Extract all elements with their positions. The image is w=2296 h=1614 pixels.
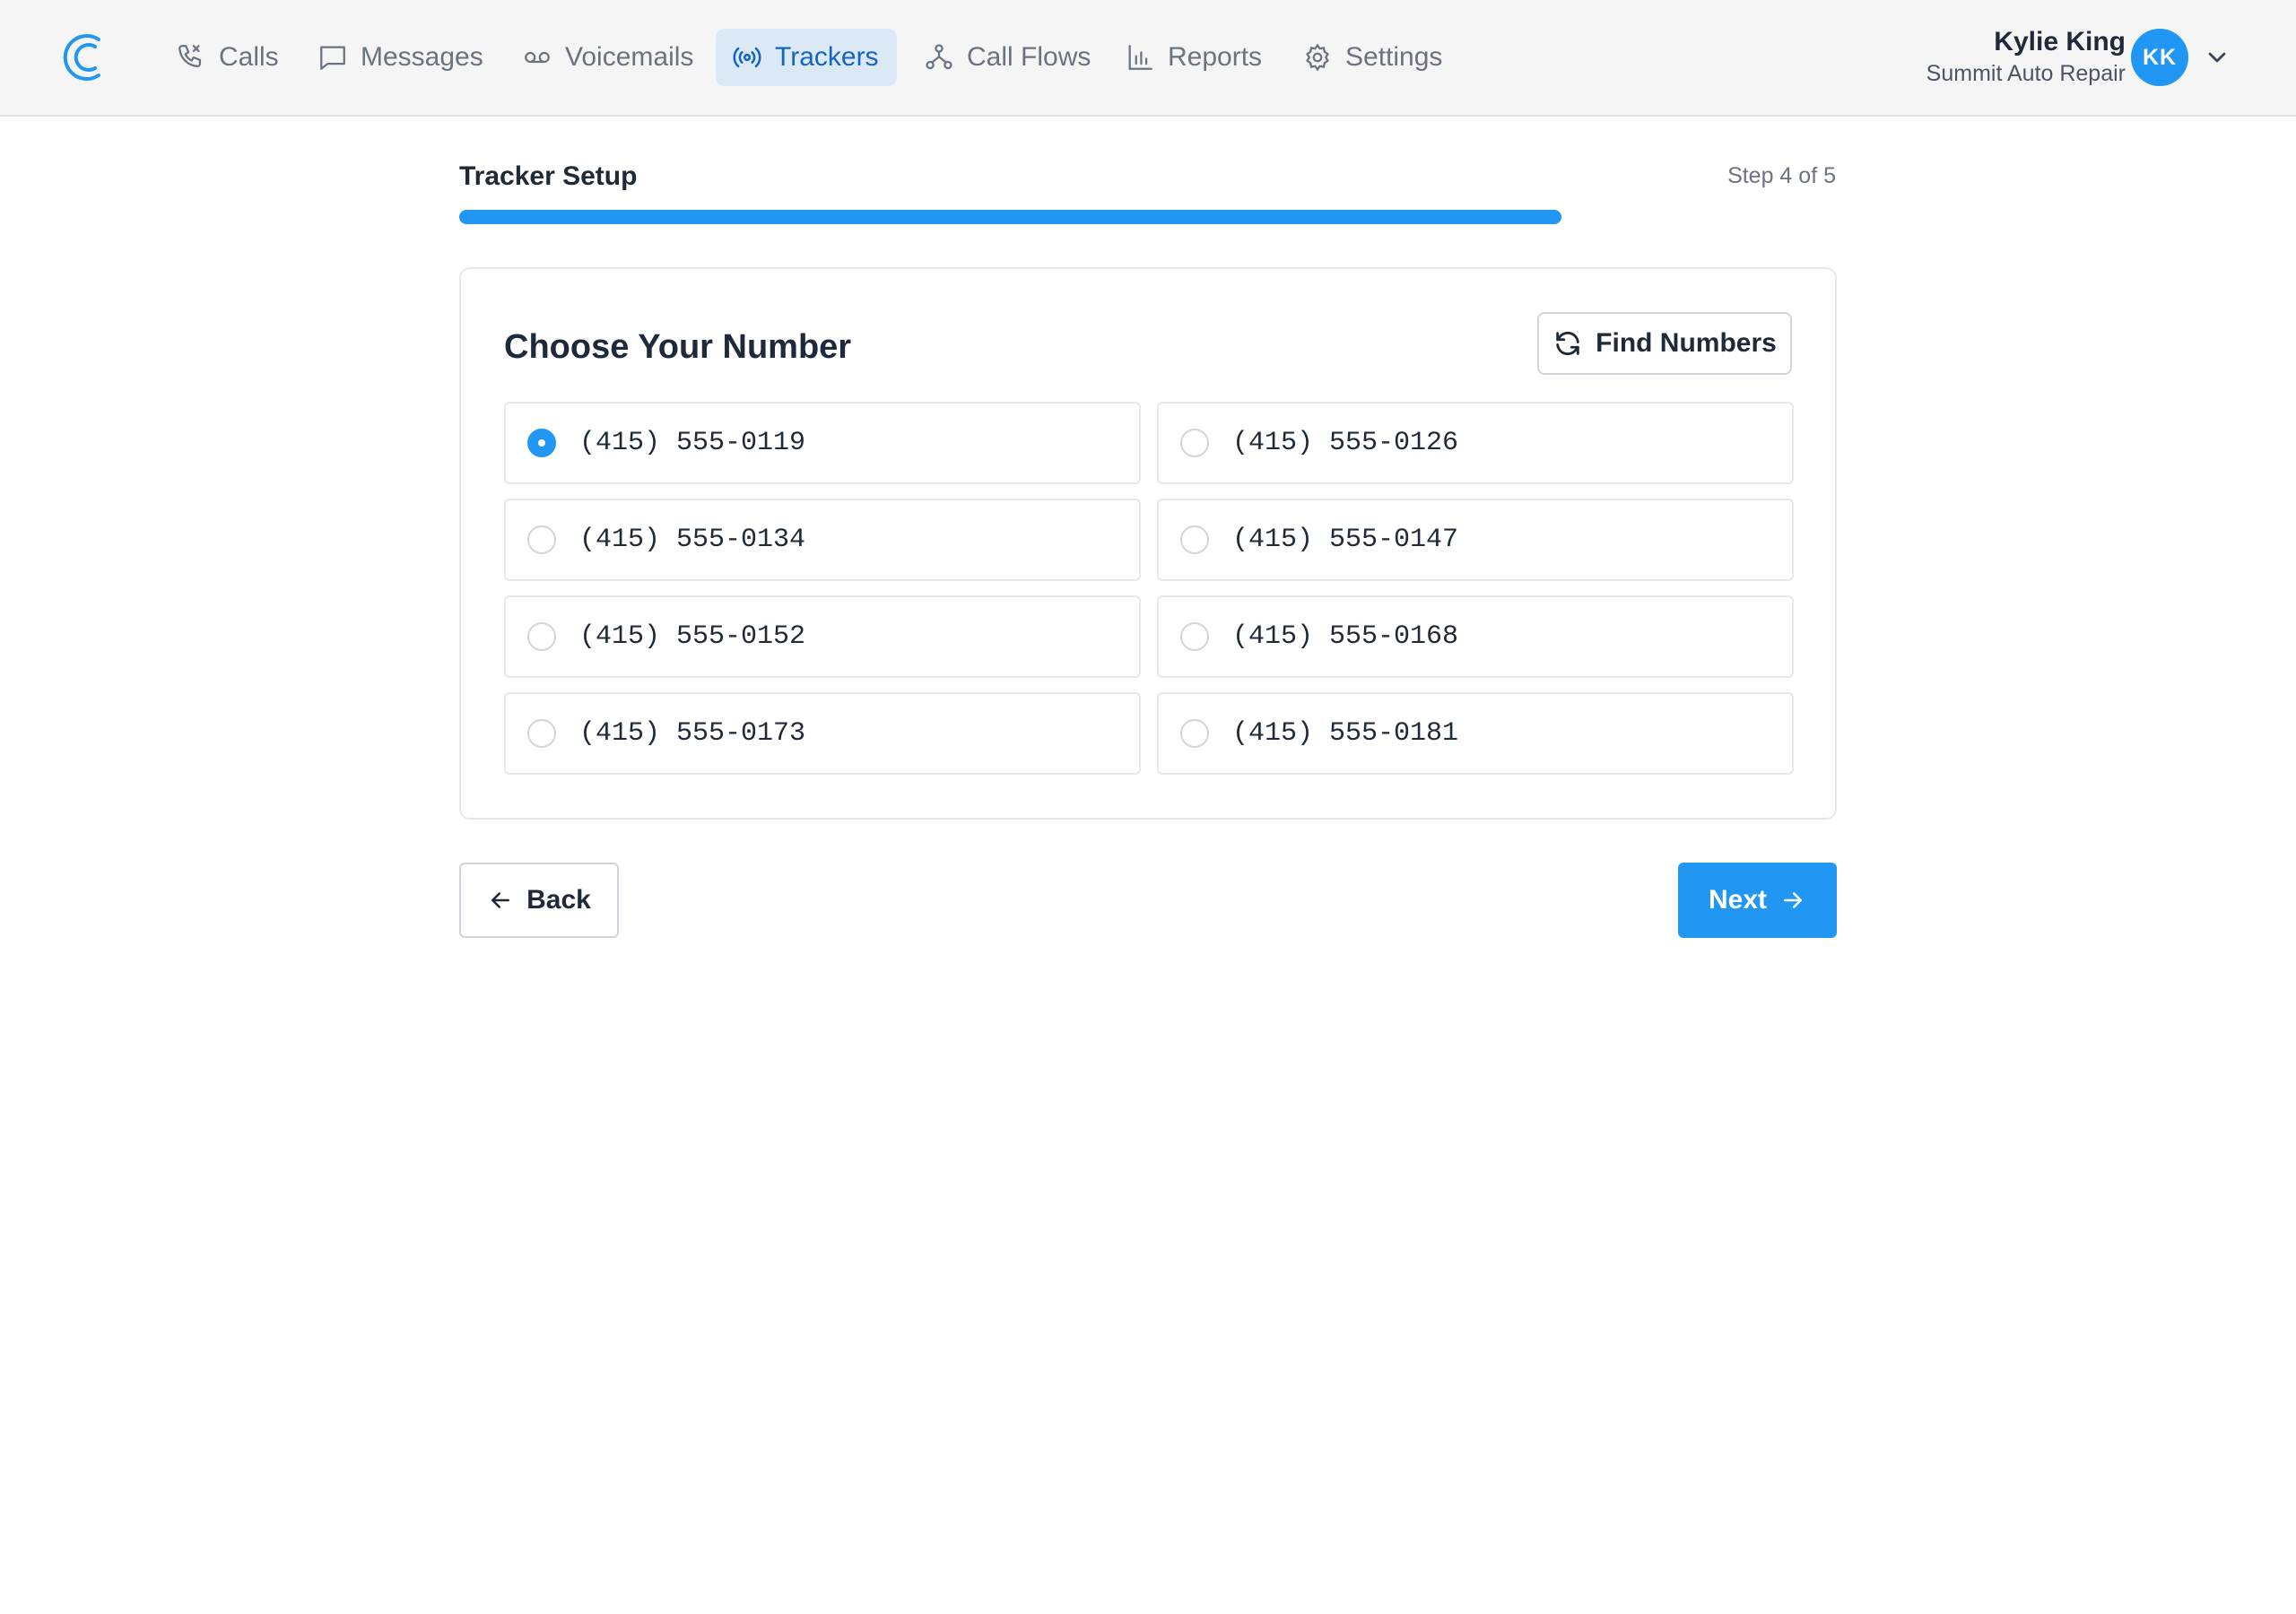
radio-button[interactable] <box>1180 719 1209 748</box>
number-option[interactable]: (415) 555-0147 <box>1157 499 1794 581</box>
message-icon <box>320 46 345 70</box>
radio-button[interactable] <box>527 719 556 748</box>
arrow-right-icon <box>1784 892 1803 908</box>
nav-item-trackers[interactable]: Trackers <box>716 29 897 86</box>
page-title: Tracker Setup <box>459 161 638 191</box>
radio-button[interactable] <box>1180 525 1209 554</box>
phone-number: (415) 555-0173 <box>579 718 806 749</box>
number-options: (415) 555-0119 (415) 555-0126 (415) 555-… <box>504 402 1794 775</box>
progress-fill <box>459 210 1561 224</box>
refresh-icon <box>1556 331 1579 356</box>
phone-number: (415) 555-0119 <box>579 428 806 458</box>
back-label: Back <box>526 885 591 915</box>
nav-item-reports[interactable]: Reports <box>1109 29 1278 86</box>
chevron-down-icon[interactable] <box>2203 43 2231 72</box>
number-option[interactable]: (415) 555-0181 <box>1157 692 1794 775</box>
nav-item-calls[interactable]: Calls <box>160 29 295 86</box>
nav-label-trackers: Trackers <box>775 42 879 72</box>
user-name: Kylie King <box>1994 27 2126 56</box>
radio-button[interactable] <box>1180 429 1209 457</box>
broadcast-icon <box>733 47 761 68</box>
phone-number: (415) 555-0168 <box>1232 621 1459 652</box>
voicemail-icon <box>525 51 550 64</box>
nav-label-reports: Reports <box>1168 42 1263 72</box>
next-button[interactable]: Next <box>1678 863 1837 938</box>
phone-number: (415) 555-0147 <box>1232 525 1459 555</box>
phone-number: (415) 555-0134 <box>579 525 806 555</box>
flow-icon <box>926 44 952 70</box>
number-option[interactable]: (415) 555-0152 <box>504 595 1141 678</box>
gear-icon <box>1305 43 1330 72</box>
number-option[interactable]: (415) 555-0173 <box>504 692 1141 775</box>
number-option[interactable]: (415) 555-0119 <box>504 402 1141 484</box>
nav-label-calls: Calls <box>219 42 279 72</box>
find-numbers-button[interactable]: Find Numbers <box>1537 312 1792 375</box>
user-org: Summit Auto Repair <box>1926 61 2126 86</box>
step-indicator: Step 4 of 5 <box>1727 163 1836 188</box>
radio-button[interactable] <box>527 622 556 651</box>
back-button[interactable]: Back <box>459 863 619 938</box>
nav-label-settings: Settings <box>1345 42 1443 72</box>
arrow-left-icon <box>491 892 510 908</box>
nav-item-voicemails[interactable]: Voicemails <box>506 29 709 86</box>
bar-chart-icon <box>1128 45 1152 70</box>
next-label: Next <box>1708 885 1768 915</box>
top-nav-bar: Calls Messages Voicemails Trackers Call … <box>0 0 2296 117</box>
phone-number: (415) 555-0126 <box>1232 428 1459 458</box>
number-option[interactable]: (415) 555-0134 <box>504 499 1141 581</box>
user-info[interactable]: Kylie King Summit Auto Repair <box>1926 25 2126 88</box>
avatar[interactable]: KK <box>2131 29 2188 86</box>
phone-icon <box>178 45 202 68</box>
nav-label-voicemails: Voicemails <box>565 42 694 72</box>
number-option[interactable]: (415) 555-0168 <box>1157 595 1794 678</box>
progress-bar <box>459 210 1837 224</box>
nav-item-messages[interactable]: Messages <box>301 29 500 86</box>
logo-icon[interactable] <box>63 32 106 82</box>
card-title: Choose Your Number <box>504 328 852 366</box>
phone-number: (415) 555-0152 <box>579 621 806 652</box>
number-option[interactable]: (415) 555-0126 <box>1157 402 1794 484</box>
radio-button[interactable] <box>527 429 556 457</box>
nav-label-messages: Messages <box>361 42 483 72</box>
nav-item-settings[interactable]: Settings <box>1286 29 1458 86</box>
phone-number: (415) 555-0181 <box>1232 718 1459 749</box>
radio-button[interactable] <box>1180 622 1209 651</box>
radio-button[interactable] <box>527 525 556 554</box>
find-numbers-label: Find Numbers <box>1596 328 1777 358</box>
nav-label-call-flows: Call Flows <box>967 42 1091 72</box>
nav-item-call-flows[interactable]: Call Flows <box>908 29 1107 86</box>
choose-number-card: Choose Your Number Find Numbers (415) 55… <box>459 267 1837 820</box>
